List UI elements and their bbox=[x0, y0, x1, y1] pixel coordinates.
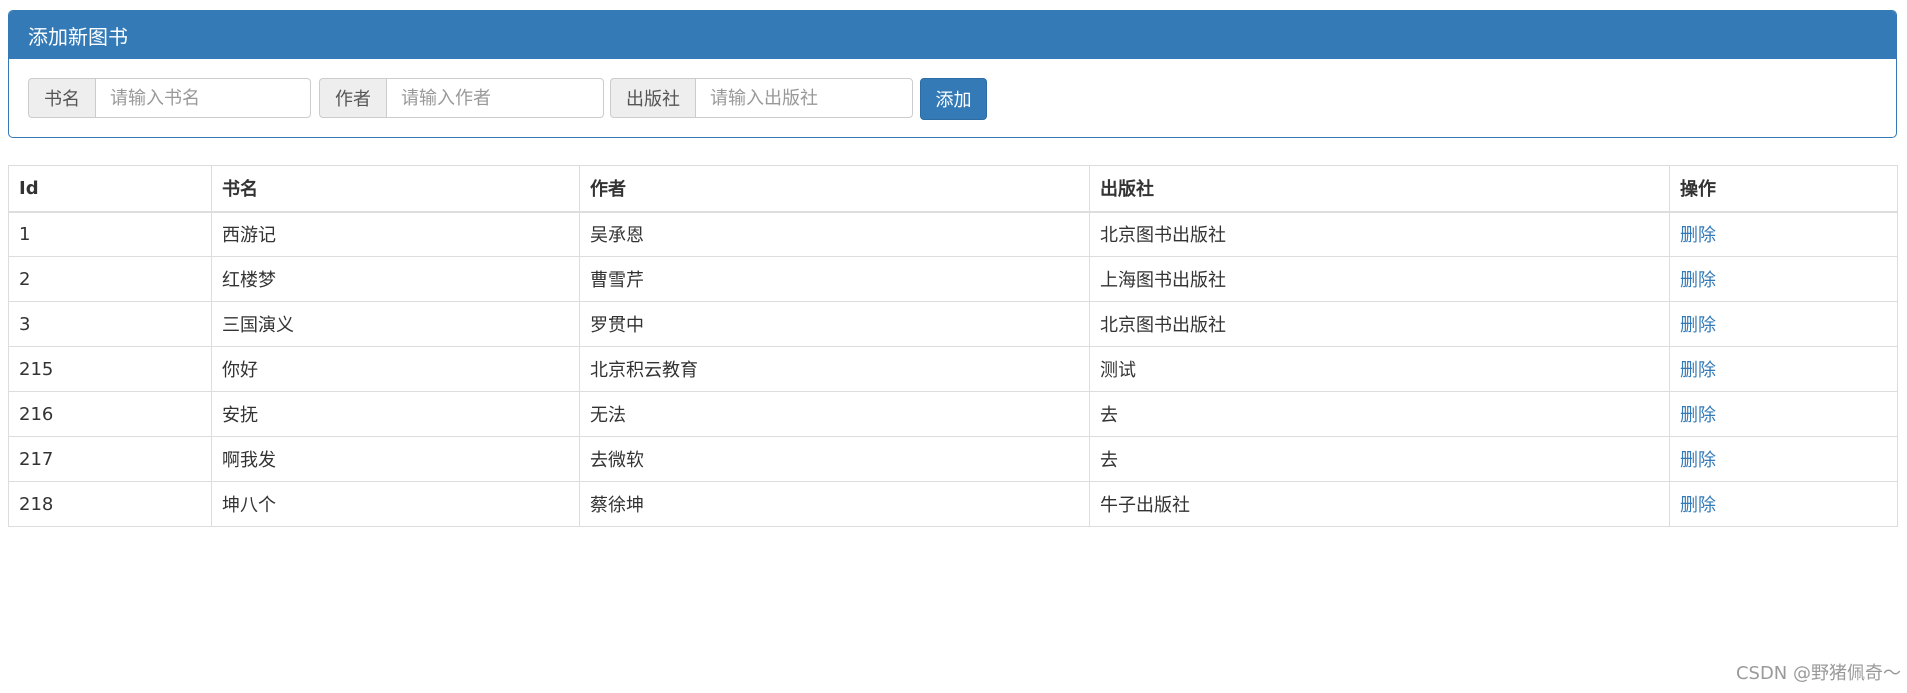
cell-id: 1 bbox=[8, 211, 212, 257]
table-row: 1 西游记 吴承恩 北京图书出版社 删除 bbox=[8, 211, 1898, 257]
cell-publisher: 测试 bbox=[1089, 346, 1670, 392]
delete-link[interactable]: 删除 bbox=[1680, 450, 1716, 471]
cell-author: 无法 bbox=[579, 391, 1090, 437]
delete-link[interactable]: 删除 bbox=[1680, 360, 1716, 381]
cell-author: 北京积云教育 bbox=[579, 346, 1090, 392]
cell-id: 216 bbox=[8, 391, 212, 437]
watermark: CSDN @野猪佩奇～ bbox=[1735, 663, 1901, 684]
add-book-form: 书名 作者 出版社 添加 bbox=[9, 59, 1896, 137]
cell-name: 红楼梦 bbox=[211, 256, 580, 302]
book-name-label: 书名 bbox=[28, 78, 95, 118]
table-row: 217 啊我发 去微软 去 删除 bbox=[8, 436, 1898, 482]
delete-link[interactable]: 删除 bbox=[1680, 270, 1716, 291]
table-row: 2 红楼梦 曹雪芹 上海图书出版社 删除 bbox=[8, 256, 1898, 302]
cell-name: 你好 bbox=[211, 346, 580, 392]
cell-author: 去微软 bbox=[579, 436, 1090, 482]
delete-link[interactable]: 删除 bbox=[1680, 405, 1716, 426]
book-name-group: 书名 bbox=[28, 78, 311, 118]
column-header-id: Id bbox=[8, 165, 212, 213]
cell-id: 217 bbox=[8, 436, 212, 482]
page: 添加新图书 书名 作者 出版社 添加 bbox=[0, 0, 1907, 693]
cell-name: 安抚 bbox=[211, 391, 580, 437]
column-header-publisher: 出版社 bbox=[1089, 165, 1670, 213]
cell-publisher: 牛子出版社 bbox=[1089, 481, 1670, 527]
cell-name: 西游记 bbox=[211, 211, 580, 257]
cell-publisher: 上海图书出版社 bbox=[1089, 256, 1670, 302]
cell-name: 坤八个 bbox=[211, 481, 580, 527]
cell-action: 删除 bbox=[1669, 436, 1898, 482]
table-row: 216 安抚 无法 去 删除 bbox=[8, 391, 1898, 437]
cell-publisher: 北京图书出版社 bbox=[1089, 211, 1670, 257]
publisher-group: 出版社 bbox=[610, 78, 913, 118]
table-row: 218 坤八个 蔡徐坤 牛子出版社 删除 bbox=[8, 481, 1898, 527]
author-input[interactable] bbox=[386, 78, 604, 118]
add-button[interactable]: 添加 bbox=[920, 78, 987, 120]
delete-link[interactable]: 删除 bbox=[1680, 495, 1716, 516]
cell-action: 删除 bbox=[1669, 256, 1898, 302]
books-table: Id 书名 作者 出版社 操作 1 西游记 吴承恩 北京图书出版社 删除 2 红… bbox=[8, 165, 1898, 527]
publisher-input[interactable] bbox=[695, 78, 913, 118]
book-name-input[interactable] bbox=[95, 78, 311, 118]
cell-action: 删除 bbox=[1669, 346, 1898, 392]
cell-action: 删除 bbox=[1669, 481, 1898, 527]
cell-id: 3 bbox=[8, 301, 212, 347]
column-header-action: 操作 bbox=[1669, 165, 1898, 213]
add-book-panel: 添加新图书 书名 作者 出版社 添加 bbox=[8, 10, 1897, 138]
cell-action: 删除 bbox=[1669, 301, 1898, 347]
cell-author: 蔡徐坤 bbox=[579, 481, 1090, 527]
delete-link[interactable]: 删除 bbox=[1680, 225, 1716, 246]
cell-id: 2 bbox=[8, 256, 212, 302]
cell-id: 218 bbox=[8, 481, 212, 527]
cell-name: 啊我发 bbox=[211, 436, 580, 482]
table-row: 215 你好 北京积云教育 测试 删除 bbox=[8, 346, 1898, 392]
author-label: 作者 bbox=[319, 78, 386, 118]
table-row: 3 三国演义 罗贯中 北京图书出版社 删除 bbox=[8, 301, 1898, 347]
panel-title: 添加新图书 bbox=[9, 11, 1896, 59]
cell-name: 三国演义 bbox=[211, 301, 580, 347]
cell-publisher: 去 bbox=[1089, 436, 1670, 482]
cell-publisher: 北京图书出版社 bbox=[1089, 301, 1670, 347]
column-header-name: 书名 bbox=[211, 165, 580, 213]
cell-id: 215 bbox=[8, 346, 212, 392]
cell-author: 罗贯中 bbox=[579, 301, 1090, 347]
cell-author: 曹雪芹 bbox=[579, 256, 1090, 302]
publisher-label: 出版社 bbox=[610, 78, 695, 118]
column-header-author: 作者 bbox=[579, 165, 1090, 213]
cell-publisher: 去 bbox=[1089, 391, 1670, 437]
delete-link[interactable]: 删除 bbox=[1680, 315, 1716, 336]
table-header-row: Id 书名 作者 出版社 操作 bbox=[8, 165, 1898, 213]
cell-author: 吴承恩 bbox=[579, 211, 1090, 257]
author-group: 作者 bbox=[319, 78, 604, 118]
cell-action: 删除 bbox=[1669, 391, 1898, 437]
cell-action: 删除 bbox=[1669, 211, 1898, 257]
